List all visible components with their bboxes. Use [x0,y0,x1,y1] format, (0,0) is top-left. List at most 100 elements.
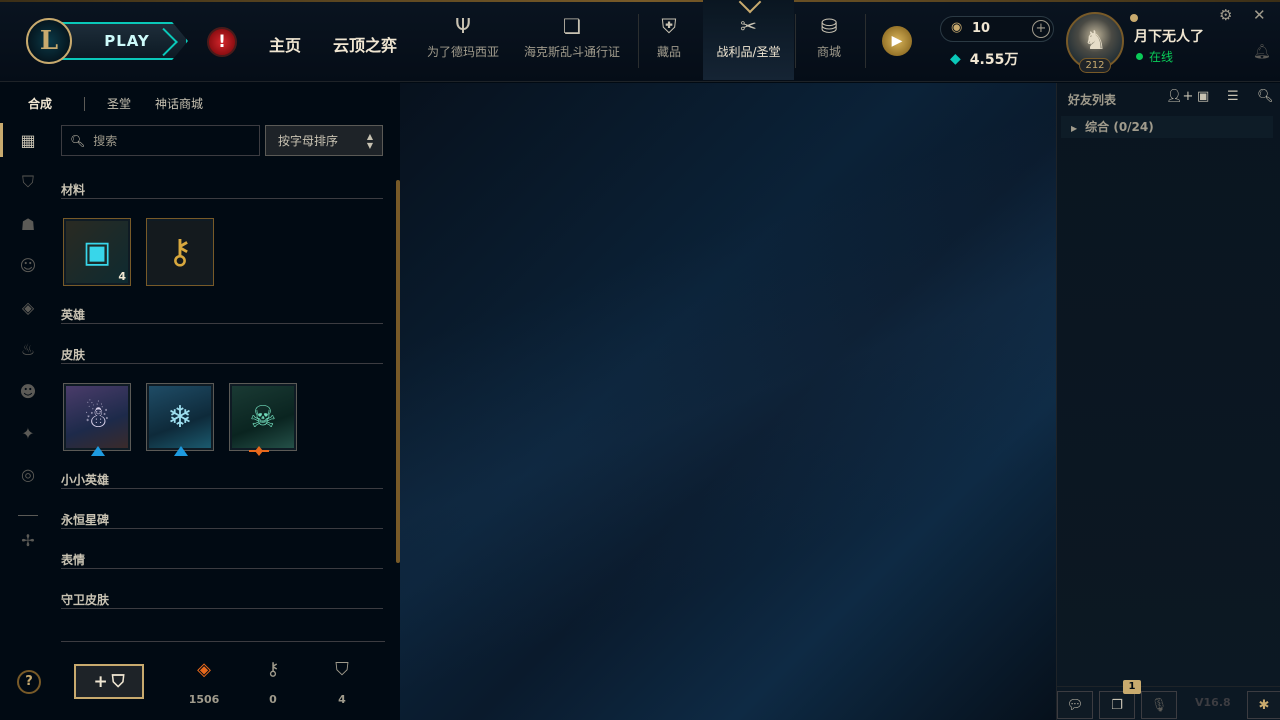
friend-group-general[interactable]: ▶ 综合 (0/24) [1061,116,1273,138]
status-indicator-icon [1130,14,1138,22]
little-legend-icon[interactable]: ✦ [17,422,39,444]
close-icon[interactable]: ✕ [1253,6,1266,24]
nav-label: 海克斯乱斗通行证 [523,45,620,59]
top-navigation-bar: L PLAY ! 主页 云顶之弈 Ψ 为了德玛西亚 ❏ 海克斯乱斗通行证 ⛨ 藏… [0,0,1280,82]
plus-icon: + [93,671,108,692]
nav-home[interactable]: 主页 [269,32,301,56]
rp-balance: ◉ 10 + [940,16,1054,42]
settings-gear-icon[interactable]: ⚙ [1219,6,1232,24]
online-dot-icon [1136,53,1143,60]
orange-essence-value: 1506 [188,693,220,706]
nav-for-demacia[interactable]: Ψ 为了德玛西亚 [418,0,508,80]
notification-icon: ❐ [1111,697,1123,713]
category-little-legends: 小小英雄 [61,463,383,489]
list-view-icon[interactable]: ☰ [1227,89,1239,104]
add-folder-icon[interactable]: ▣ [1197,89,1209,104]
client-version: V16.8 [1195,696,1231,709]
voice-button[interactable]: 🎙︎ [1141,691,1177,719]
pass-icon: ❏ [563,14,581,38]
play-button[interactable]: PLAY [56,22,188,60]
rp-coin-icon: ◉ [951,20,963,35]
username[interactable]: 月下无人了 [1134,26,1204,46]
nav-store[interactable]: ⛁ 商城 [806,0,852,80]
chest-count-value: 4 [338,693,346,706]
chat-icon: 💬︎ [1066,697,1084,713]
chevron-right-icon: ▶ [1071,124,1078,133]
chevron-updown-icon: ▲ ▼ [366,132,373,150]
category-skins: 皮肤 [61,338,383,364]
side-active-indicator [0,123,3,157]
bell-icon[interactable]: 🔔︎ [1253,44,1271,60]
search-input[interactable] [93,133,254,148]
nav-arena-pass[interactable]: ❏ 海克斯乱斗通行证 [520,0,624,80]
loot-subtabs: 合成 圣堂 神话商城 [28,95,227,112]
nav-tft[interactable]: 云顶之弈 [333,32,397,56]
skin-tile[interactable]: ❄ [146,383,214,451]
league-logo-icon[interactable]: L [26,18,72,64]
tab-mythic-shop[interactable]: 神话商城 [155,95,203,112]
craft-key-chest-button[interactable]: + ⛉ [74,664,144,699]
emote-icon[interactable]: ☻ [17,380,39,402]
chest-resource: ⛉ 4 [317,659,367,706]
key-fragment-resource: ⚷ 0 [248,659,298,706]
orange-essence-icon: ◈ [197,659,211,680]
hextech-key-icon: ⚷ [149,221,211,283]
notifications-button[interactable]: ❐ [1099,691,1135,719]
profile-icon[interactable]: ◎ [17,463,39,485]
skin-mask-icon[interactable]: ☺ [17,254,39,276]
nav-label: 为了德玛西亚 [426,45,499,59]
sort-label: 按字母排序 [278,134,339,148]
nav-divider [638,14,639,68]
bug-icon: ✱ [1258,697,1270,713]
category-eternals: 永恒星碑 [61,503,383,529]
eternals-flame-icon[interactable]: ♨ [17,338,39,360]
play-button-label: PLAY [104,32,150,50]
friends-bottom-bar: 💬︎ ❐ 🎙︎ ✱ [1057,686,1280,720]
tile-count: 4 [118,270,126,283]
ward-icon[interactable]: ◈ [17,296,39,318]
hextech-chest-tile[interactable]: ▣ 4 [63,218,131,286]
misc-filter-icon[interactable]: ✢ [17,529,39,551]
tab-crafting[interactable]: 合成 [28,95,52,112]
skin-tile[interactable]: ☠ [229,383,297,451]
summoner-icon: ♞ [1083,26,1107,56]
sort-dropdown[interactable]: 按字母排序 ▲ ▼ [265,125,383,156]
blue-essence-value: 4.55万 [969,52,1019,68]
microphone-icon: 🎙︎ [1150,697,1168,713]
search-icon: 🔍︎ [70,133,86,148]
skin-art-icon: ☠ [232,386,294,448]
nav-label: 战利品/圣堂 [716,45,781,59]
category-ward-skins: 守卫皮肤 [61,583,383,609]
add-rp-button[interactable]: + [1032,20,1050,38]
nav-divider [795,14,796,68]
add-friend-icon[interactable]: 👤︎+ [1166,89,1193,104]
search-field[interactable]: 🔍︎ [61,125,260,156]
bug-report-button[interactable]: ✱ [1247,691,1280,719]
search-friends-icon[interactable]: 🔍︎ [1257,89,1274,104]
riot-points-icon[interactable]: ▶ [882,26,912,56]
chest-count-icon: ⛉ [335,659,349,680]
chest-filter-icon[interactable]: ⛉ [17,171,39,193]
rarity-blue-icon [174,446,188,456]
online-status[interactable]: 在线 [1136,48,1173,65]
nav-label: 藏品 [656,45,681,59]
nav-label: 商城 [816,45,841,59]
collection-icon: ⛨ [661,14,677,38]
category-champions: 英雄 [61,298,383,324]
skin-tile[interactable]: ☃ [63,383,131,451]
blue-essence-icon: ◆ [950,51,961,67]
help-icon[interactable]: ? [17,670,41,694]
chat-button[interactable]: 💬︎ [1057,691,1093,719]
blue-essence-balance: ◆ 4.55万 [950,49,1018,69]
nav-loot[interactable]: ✂ 战利品/圣堂 [703,0,794,80]
nav-collection[interactable]: ⛨ 藏品 [646,0,692,80]
friends-panel: 好友列表 👤︎+ ▣ ☰ 🔍︎ ▶ 综合 (0/24) 💬︎ ❐ 🎙︎ ✱ [1056,83,1280,720]
hextech-key-tile[interactable]: ⚷ [146,218,214,286]
alert-icon[interactable]: ! [207,27,237,57]
notification-badge: 1 [1123,680,1141,694]
loot-icon: ✂ [740,14,757,38]
tab-sanctum[interactable]: 圣堂 [107,95,131,112]
grid-all-icon[interactable]: ▦ [17,129,39,151]
champion-helmet-icon[interactable]: ☗ [17,213,39,235]
friend-group-label: 综合 (0/24) [1085,120,1154,134]
